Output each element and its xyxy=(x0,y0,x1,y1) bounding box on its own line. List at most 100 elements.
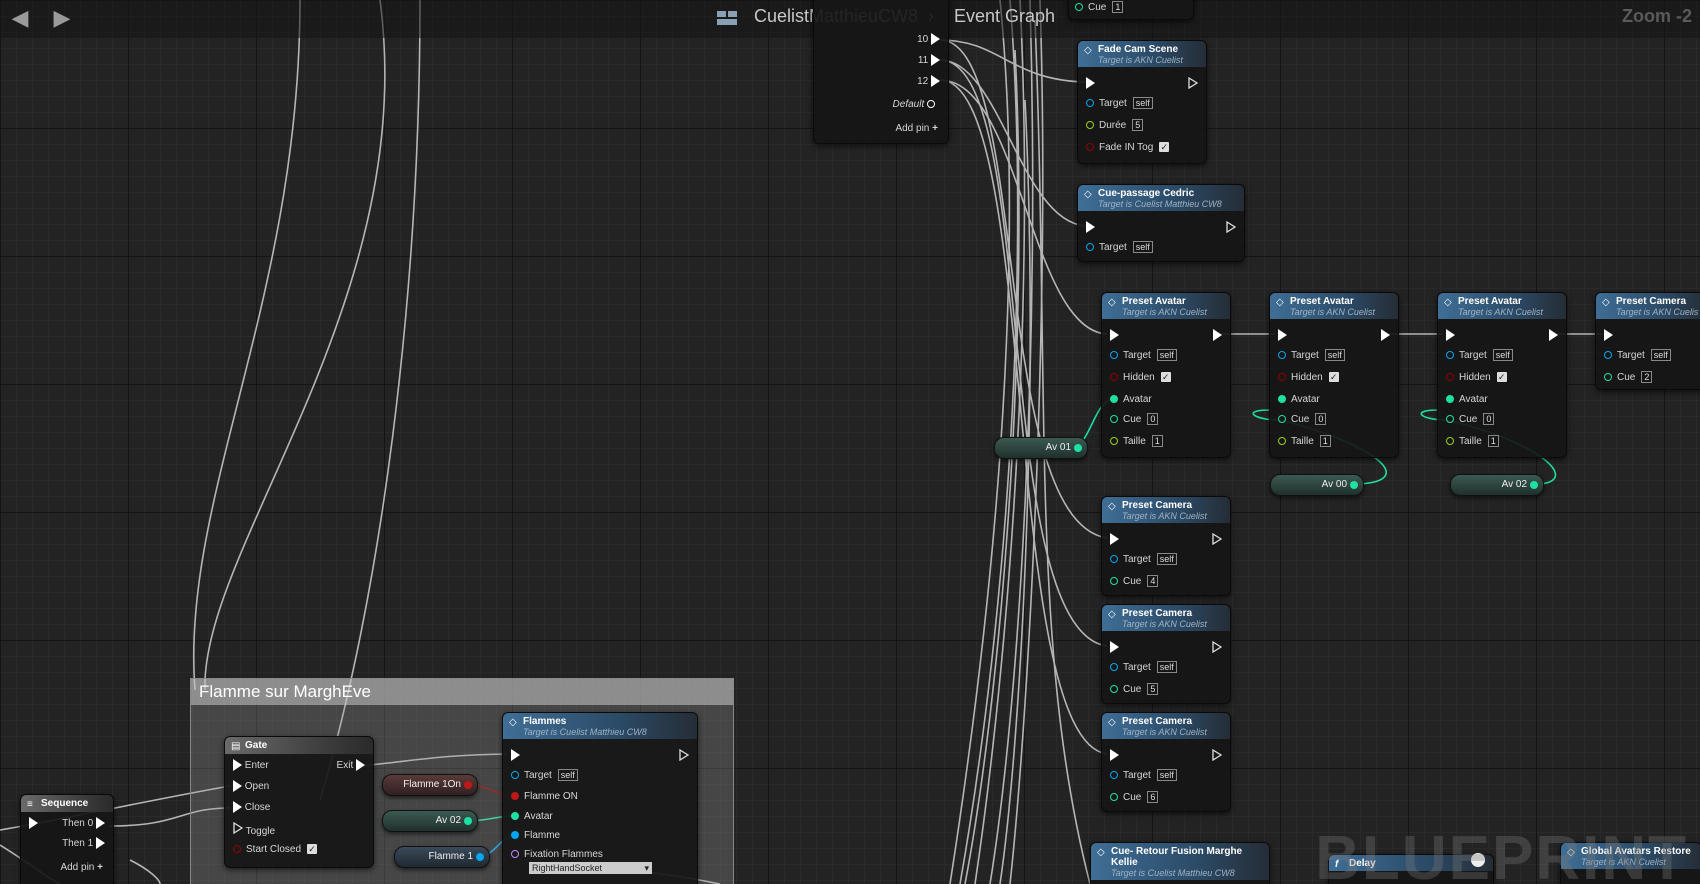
taille-value[interactable]: 1 xyxy=(1319,435,1331,447)
switch-pin-12[interactable]: 12 xyxy=(917,75,940,89)
partial-node-top[interactable]: Cue 1 xyxy=(1068,0,1194,20)
breadcrumb-event-graph[interactable]: Event Graph xyxy=(954,6,1055,27)
variable-av01[interactable]: Av 01 xyxy=(994,437,1088,459)
exec-in-pin[interactable] xyxy=(29,817,38,831)
exec-out-pin[interactable] xyxy=(1212,748,1223,763)
switch-on-int-node[interactable]: 10 11 12 Default Add pin + xyxy=(813,0,949,144)
cue-retour-fusion-node[interactable]: ◇ Cue- Retour Fusion Marghe Kellie Target … xyxy=(1090,842,1270,884)
preset-camera-node-2[interactable]: ◇ Preset Camera Target is AKN Cuelist Targ… xyxy=(1101,604,1231,704)
arrow-right-icon[interactable]: ▶ xyxy=(50,6,74,30)
exec-in-pin[interactable] xyxy=(1110,641,1119,655)
target-value[interactable]: self xyxy=(1156,769,1177,781)
target-pin[interactable]: Target self xyxy=(1110,553,1177,567)
target-value[interactable]: self xyxy=(1324,349,1345,361)
avatar-pin[interactable]: Avatar xyxy=(511,810,553,824)
target-pin[interactable]: Target self xyxy=(1086,241,1153,255)
target-pin[interactable]: Target self xyxy=(1086,97,1153,111)
cue-pin[interactable]: Cue 6 xyxy=(1110,791,1159,805)
sequence-node[interactable]: ≡ Sequence Then 0 Then 1 Add pin + xyxy=(20,794,114,884)
duree-pin[interactable]: Durée 5 xyxy=(1086,119,1144,133)
taille-value[interactable]: 1 xyxy=(1487,435,1499,447)
cue-pin[interactable]: Cue 5 xyxy=(1110,683,1159,697)
variable-av00[interactable]: Av 00 xyxy=(1270,474,1364,496)
hidden-pin[interactable]: Hidden ✓ xyxy=(1110,371,1171,385)
exec-out-pin[interactable] xyxy=(1212,640,1223,655)
struct-pin-icon[interactable] xyxy=(1350,481,1358,489)
then-0-pin[interactable]: Then 0 xyxy=(62,817,105,831)
gate-close-pin[interactable]: Close xyxy=(233,801,270,815)
cue-value[interactable]: 1 xyxy=(1112,1,1124,13)
target-pin[interactable]: Target self xyxy=(1278,349,1345,363)
target-value[interactable]: self xyxy=(1650,349,1671,361)
flamme-on-pin[interactable]: Flamme ON xyxy=(511,790,578,804)
exec-in-pin[interactable] xyxy=(1110,749,1119,763)
object-pin-icon[interactable] xyxy=(476,853,484,861)
cue-value[interactable]: 0 xyxy=(1483,413,1495,425)
checkbox-checked-icon[interactable]: ✓ xyxy=(1160,372,1171,383)
preset-avatar-node-1[interactable]: ◇ Preset Avatar Target is AKN Cuelist Targ… xyxy=(1101,292,1231,458)
target-pin[interactable]: Target self xyxy=(1110,661,1177,675)
preset-camera-node-1[interactable]: ◇ Preset Camera Target is AKN Cuelist Targ… xyxy=(1101,496,1231,596)
cue-value[interactable]: 4 xyxy=(1147,575,1159,587)
preset-camera-node-3[interactable]: ◇ Preset Camera Target is AKN Cuelist Targ… xyxy=(1101,712,1231,812)
duree-value[interactable]: 5 xyxy=(1132,119,1144,131)
cue-pin[interactable]: Cue 0 xyxy=(1110,413,1159,427)
exec-in-pin[interactable] xyxy=(1110,533,1119,547)
variable-av02-left[interactable]: Av 02 xyxy=(382,810,478,832)
struct-pin-icon[interactable] xyxy=(1530,481,1538,489)
cue-pin[interactable]: Cue 2 xyxy=(1604,371,1653,385)
gate-exit-pin[interactable]: Exit xyxy=(337,759,365,773)
target-value[interactable]: self xyxy=(557,769,578,781)
exec-out-pin[interactable] xyxy=(1188,76,1199,91)
target-value[interactable]: self xyxy=(1156,553,1177,565)
exec-out-pin[interactable] xyxy=(1549,329,1558,343)
checkbox-checked-icon[interactable]: ✓ xyxy=(1496,372,1507,383)
hidden-pin[interactable]: Hidden ✓ xyxy=(1278,371,1339,385)
exec-in-pin[interactable] xyxy=(511,749,520,763)
exec-in-pin[interactable] xyxy=(1086,221,1095,235)
target-pin[interactable]: Target self xyxy=(1110,769,1177,783)
struct-pin-icon[interactable] xyxy=(1074,444,1082,452)
exec-out-pin[interactable] xyxy=(679,748,690,763)
cue-pin[interactable]: Cue 0 xyxy=(1446,413,1495,427)
checkbox-checked-icon[interactable]: ✓ xyxy=(1328,372,1339,383)
fade-in-tog-pin[interactable]: Fade IN Tog ✓ xyxy=(1086,141,1170,155)
bool-pin-icon[interactable] xyxy=(464,781,472,789)
struct-pin-icon[interactable] xyxy=(464,817,472,825)
preset-avatar-node-3[interactable]: ◇ Preset Avatar Target is AKN Cuelist Targ… xyxy=(1437,292,1567,458)
checkbox-checked-icon[interactable]: ✓ xyxy=(1159,142,1170,153)
cue-pin[interactable]: Cue 4 xyxy=(1110,575,1159,589)
target-value[interactable]: self xyxy=(1156,349,1177,361)
sequence-add-pin[interactable]: Add pin + xyxy=(60,861,103,875)
exec-out-pin[interactable] xyxy=(1213,329,1222,343)
target-value[interactable]: self xyxy=(1156,661,1177,673)
arrow-left-icon[interactable]: ◀ xyxy=(8,6,32,30)
gate-start-closed-pin[interactable]: Start Closed ✓ xyxy=(233,843,318,857)
cue-pin[interactable]: Cue 1 xyxy=(1075,1,1124,15)
variable-av02[interactable]: Av 02 xyxy=(1450,474,1544,496)
gate-open-pin[interactable]: Open xyxy=(233,780,269,794)
avatar-pin[interactable]: Avatar xyxy=(1446,393,1488,407)
preset-avatar-node-2[interactable]: ◇ Preset Avatar Target is AKN Cuelist Targ… xyxy=(1269,292,1399,458)
target-value[interactable]: self xyxy=(1132,97,1153,109)
fixation-flammes-pin[interactable]: Fixation Flammes xyxy=(511,848,603,862)
target-value[interactable]: self xyxy=(1132,241,1153,253)
cue-value[interactable]: 6 xyxy=(1147,791,1159,803)
cue-value[interactable]: 5 xyxy=(1147,683,1159,695)
gate-node[interactable]: ▤ Gate Enter Exit Open Close Toggle Start… xyxy=(224,736,374,868)
cue-value[interactable]: 0 xyxy=(1315,413,1327,425)
preset-camera-node-right[interactable]: ◇ Preset Camera Target is AKN Cuelis Targe… xyxy=(1595,292,1700,390)
switch-pin-10[interactable]: 10 xyxy=(917,33,940,47)
exec-out-pin[interactable] xyxy=(1212,532,1223,547)
exec-out-pin[interactable] xyxy=(1226,220,1237,235)
taille-pin[interactable]: Taille 1 xyxy=(1110,435,1163,449)
cue-value[interactable]: 2 xyxy=(1641,371,1653,383)
exec-in-pin[interactable] xyxy=(1446,329,1455,343)
target-pin[interactable]: Target self xyxy=(511,769,578,783)
target-value[interactable]: self xyxy=(1492,349,1513,361)
cue-passage-cedric-node[interactable]: ◇ Cue-passage Cedric Target is Cuelist M… xyxy=(1077,184,1245,262)
switch-add-pin[interactable]: Add pin + xyxy=(895,122,938,136)
blueprint-graph-canvas[interactable]: ◀ ▶ CuelistMatthieuCW8 › Event Graph Zoo… xyxy=(0,0,1700,884)
cue-value[interactable]: 0 xyxy=(1147,413,1159,425)
exec-out-pin[interactable] xyxy=(1381,329,1390,343)
